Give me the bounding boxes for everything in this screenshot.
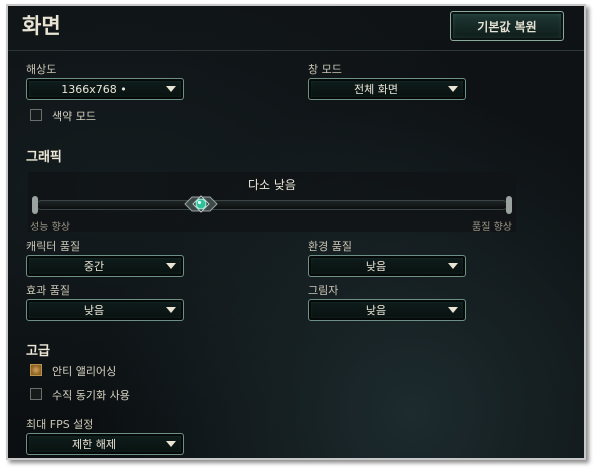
- chevron-down-icon: [166, 263, 176, 269]
- window-mode-dropdown[interactable]: 전체 화면: [308, 78, 466, 100]
- resolution-value: 1366x768 •: [61, 82, 127, 96]
- slider-left-cap: [32, 196, 38, 214]
- slider-right-cap: [506, 196, 512, 214]
- page-title: 화면: [22, 14, 61, 38]
- window-mode-label: 창 모드: [308, 63, 342, 76]
- slider-max-label: 품질 향상: [472, 222, 512, 233]
- character-quality-dropdown[interactable]: 중간: [26, 255, 184, 277]
- environment-quality-dropdown[interactable]: 낮음: [308, 255, 466, 277]
- colorblind-mode-label: 색약 모드: [52, 110, 96, 123]
- anti-aliasing-checkbox[interactable]: [30, 364, 42, 376]
- max-fps-label: 최대 FPS 설정: [26, 418, 94, 431]
- character-quality-value: 중간: [83, 260, 105, 273]
- chevron-down-icon: [448, 263, 458, 269]
- chevron-down-icon: [166, 86, 176, 92]
- environment-quality-label: 환경 품질: [308, 240, 352, 253]
- effects-quality-value: 낮음: [83, 304, 105, 317]
- display-settings-panel: 화면 기본값 복원 해상도 1366x768 • 창 모드 전체 화면 색약 모…: [6, 4, 586, 460]
- title-bar: 화면 기본값 복원: [8, 6, 584, 51]
- graphics-quality-slider-track[interactable]: [36, 200, 508, 210]
- anti-aliasing-label: 안티 앨리어싱: [52, 365, 117, 378]
- effects-quality-dropdown[interactable]: 낮음: [26, 299, 184, 321]
- graphics-quality-value: 다소 낮음: [248, 178, 296, 192]
- vsync-label: 수직 동기화 사용: [52, 389, 130, 402]
- window-mode-value: 전체 화면: [354, 83, 398, 96]
- vsync-checkbox[interactable]: [30, 388, 42, 400]
- graphics-section-title: 그래픽: [26, 150, 62, 165]
- max-fps-dropdown[interactable]: 제한 해제: [26, 433, 184, 455]
- advanced-section-title: 고급: [26, 344, 50, 359]
- shadows-value: 낮음: [365, 304, 387, 317]
- chevron-down-icon: [166, 307, 176, 313]
- colorblind-mode-checkbox[interactable]: [30, 109, 42, 121]
- slider-gem-icon: [184, 195, 218, 213]
- shadows-dropdown[interactable]: 낮음: [308, 299, 466, 321]
- shadows-label: 그림자: [308, 284, 339, 297]
- graphics-quality-slider-handle[interactable]: [183, 193, 219, 215]
- chevron-down-icon: [448, 86, 458, 92]
- graphics-quality-slider-panel: 다소 낮음 성능 향상 품질 향상: [28, 172, 516, 233]
- effects-quality-label: 효과 품질: [26, 284, 70, 297]
- resolution-dropdown[interactable]: 1366x768 •: [26, 78, 184, 100]
- max-fps-value: 제한 해제: [72, 438, 116, 451]
- restore-defaults-button[interactable]: 기본값 복원: [450, 11, 564, 41]
- resolution-label: 해상도: [26, 63, 57, 76]
- chevron-down-icon: [166, 441, 176, 447]
- chevron-down-icon: [448, 307, 458, 313]
- character-quality-label: 캐릭터 품질: [26, 240, 81, 253]
- environment-quality-value: 낮음: [365, 260, 387, 273]
- slider-min-label: 성능 향상: [30, 222, 70, 233]
